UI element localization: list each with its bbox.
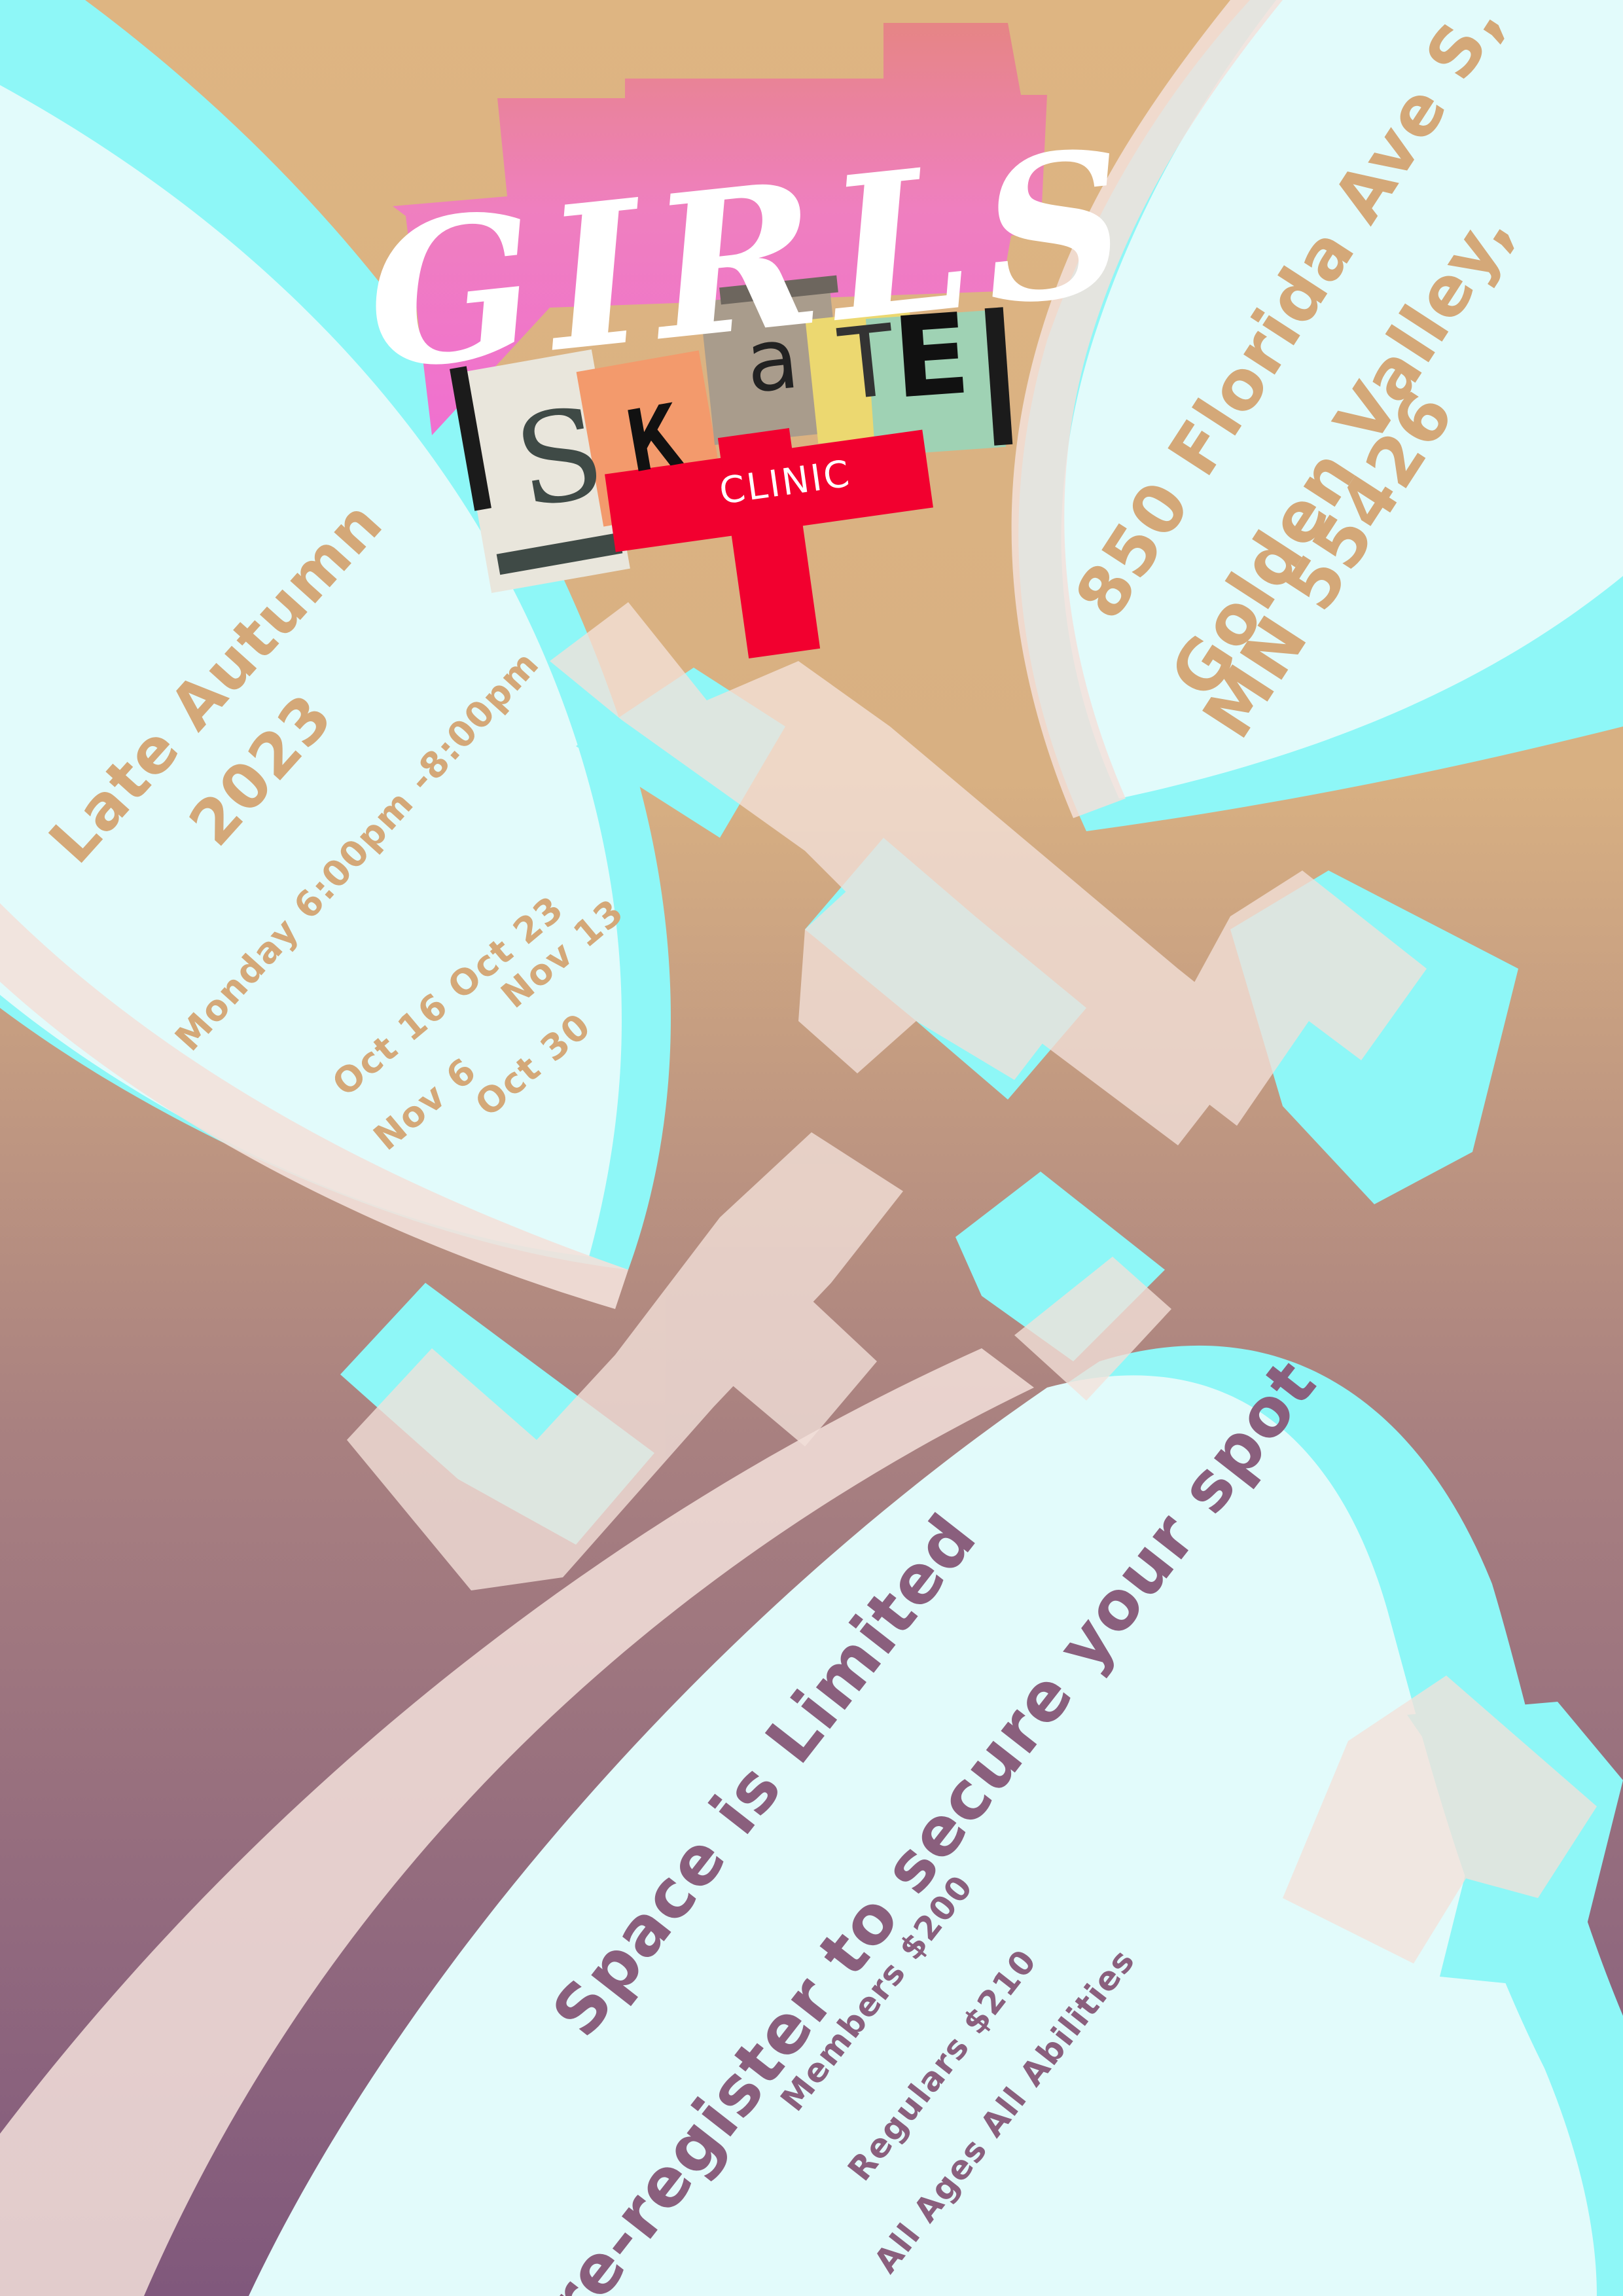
logo-letter-a: a <box>741 308 804 412</box>
logo-letter-e: E <box>889 289 974 424</box>
poster: GIRLS S K a T E CLINIC Late Autumn 2023 … <box>0 0 1623 2296</box>
